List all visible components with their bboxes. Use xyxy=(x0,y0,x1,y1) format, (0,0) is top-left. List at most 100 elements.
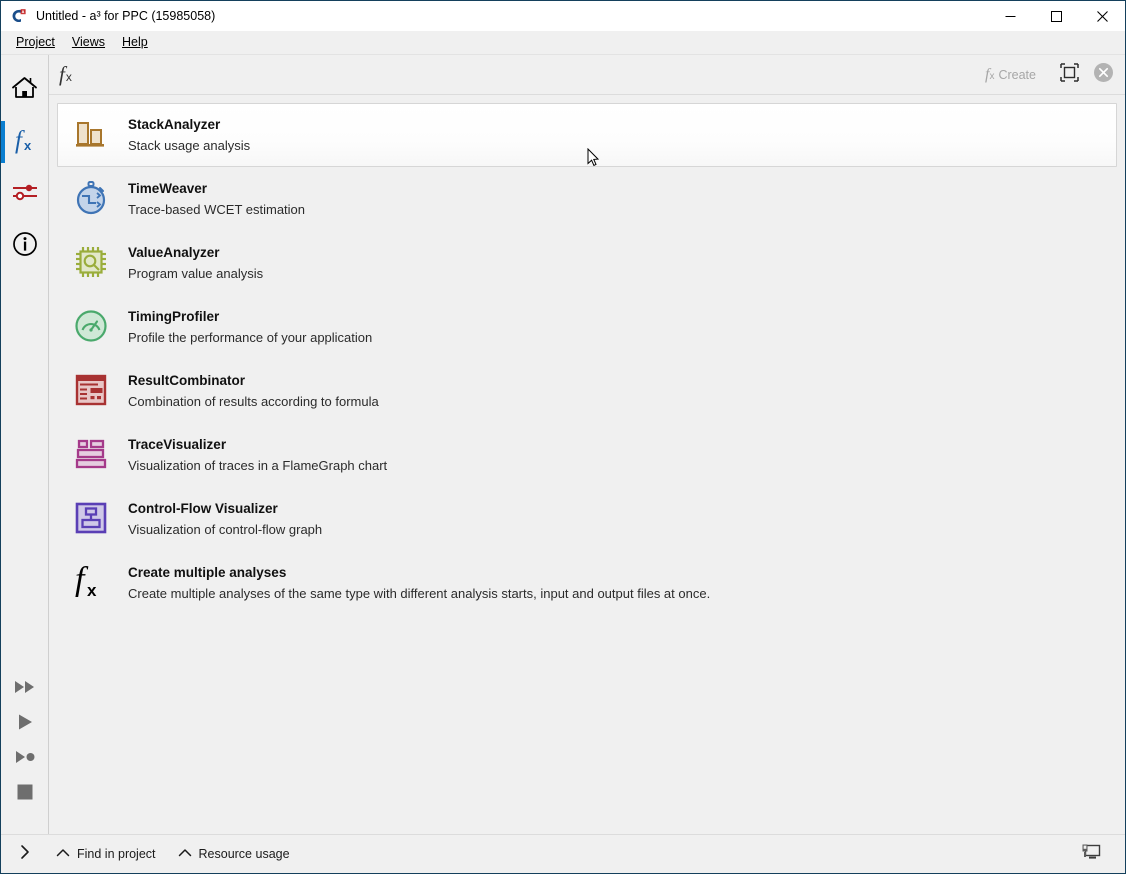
analysis-title: TraceVisualizer xyxy=(128,437,227,452)
analysis-item-text: TimeWeaver Trace-based WCET estimation xyxy=(128,179,305,219)
chevron-up-icon xyxy=(56,847,70,861)
analysis-description: Profile the performance of your applicat… xyxy=(128,330,373,345)
monitor-icon xyxy=(1081,844,1101,864)
title-bar-left: Untitled - a³ for PPC (15985058) xyxy=(1,8,987,25)
analysis-title: TimingProfiler xyxy=(128,309,220,324)
left-rail: f x xyxy=(1,55,49,834)
stop-icon xyxy=(16,783,34,806)
home-icon xyxy=(11,75,38,105)
minimize-button[interactable] xyxy=(987,1,1033,31)
display-settings-button[interactable] xyxy=(1073,840,1109,868)
analysis-item-text: ValueAnalyzer Program value analysis xyxy=(128,243,263,283)
stack-analyzer-icon xyxy=(72,115,110,153)
analysis-item-create-multiple[interactable]: f x Create multiple analyses Create mult… xyxy=(57,551,1117,615)
body: f x f x fx Create StackAnalyzer Stack us… xyxy=(1,55,1125,834)
menu-item-views-label: Views xyxy=(71,35,106,49)
close-circle-icon xyxy=(1093,62,1114,88)
status-bar: Find in project Resource usage xyxy=(1,834,1125,873)
a3-app-icon xyxy=(10,8,27,25)
resource-usage-button[interactable]: Resource usage xyxy=(170,843,298,865)
analysis-item-timeweaver[interactable]: TimeWeaver Trace-based WCET estimation xyxy=(57,167,1117,231)
analysis-toolbar: fx fx Create xyxy=(49,55,1125,95)
menu-item-help[interactable]: Help xyxy=(114,33,157,52)
info-icon xyxy=(12,231,38,262)
trace-visualizer-icon xyxy=(72,435,110,473)
analysis-title: Create multiple analyses xyxy=(128,565,287,580)
toolbar-fx-sub: x xyxy=(65,70,72,84)
svg-text:x: x xyxy=(87,581,97,600)
close-panel-button[interactable] xyxy=(1088,60,1118,90)
analysis-title: Control-Flow Visualizer xyxy=(128,501,278,516)
rail-item-settings[interactable] xyxy=(1,168,48,220)
rail-item-run-to-point[interactable] xyxy=(1,742,48,777)
play-to-point-icon xyxy=(13,749,37,770)
menu-item-project-label: Project xyxy=(16,35,55,49)
analysis-item-tracevisualizer[interactable]: TraceVisualizer Visualization of traces … xyxy=(57,423,1117,487)
toolbar-fx-label: f xyxy=(59,62,65,86)
analysis-item-text: StackAnalyzer Stack usage analysis xyxy=(128,115,250,155)
analysis-list: StackAnalyzer Stack usage analysis TimeW… xyxy=(49,95,1125,834)
svg-text:x: x xyxy=(24,138,32,153)
chevron-right-icon xyxy=(18,844,32,865)
analysis-description: Create multiple analyses of the same typ… xyxy=(128,586,711,601)
maximize-panel-button[interactable] xyxy=(1054,60,1084,90)
toolbar-fx-icon: fx xyxy=(59,64,72,85)
rail-item-info[interactable] xyxy=(1,220,48,272)
rail-item-run-all[interactable] xyxy=(1,672,48,707)
analysis-item-controlflowvisualizer[interactable]: Control-Flow Visualizer Visualization of… xyxy=(57,487,1117,551)
value-analyzer-icon xyxy=(72,243,110,281)
fx-large-icon: f x xyxy=(72,563,110,601)
close-button[interactable] xyxy=(1079,1,1125,31)
fast-forward-icon xyxy=(13,679,37,700)
control-flow-visualizer-icon xyxy=(72,499,110,537)
analysis-item-text: TraceVisualizer Visualization of traces … xyxy=(128,435,387,475)
create-button-label: Create xyxy=(998,67,1036,82)
rail-item-home[interactable] xyxy=(1,64,48,116)
analysis-description: Visualization of control-flow graph xyxy=(128,522,323,537)
create-button[interactable]: fx Create xyxy=(977,62,1044,88)
timing-profiler-icon xyxy=(72,307,110,345)
find-in-project-button[interactable]: Find in project xyxy=(48,843,164,865)
analysis-title: TimeWeaver xyxy=(128,181,208,196)
analysis-item-text: Create multiple analyses Create multiple… xyxy=(128,563,710,603)
expand-panel-button[interactable] xyxy=(1,844,48,865)
menu-bar: Project Views Help xyxy=(1,31,1125,55)
window-title: Untitled - a³ for PPC (15985058) xyxy=(36,9,216,23)
analysis-description: Stack usage analysis xyxy=(128,138,251,153)
fx-icon: f x xyxy=(12,125,38,160)
rail-item-analyses[interactable]: f x xyxy=(1,116,48,168)
analysis-description: Visualization of traces in a FlameGraph … xyxy=(128,458,388,473)
analysis-item-stackanalyzer[interactable]: StackAnalyzer Stack usage analysis xyxy=(57,103,1117,167)
chevron-up-icon xyxy=(178,847,192,861)
window-controls xyxy=(987,1,1125,31)
resource-usage-label: Resource usage xyxy=(198,847,290,861)
maximize-panel-icon xyxy=(1059,62,1079,87)
menu-item-project[interactable]: Project xyxy=(8,33,64,52)
maximize-button[interactable] xyxy=(1033,1,1079,31)
analysis-description: Combination of results according to form… xyxy=(128,394,379,409)
analysis-title: ResultCombinator xyxy=(128,373,246,388)
sliders-icon xyxy=(11,180,39,209)
main-panel: fx fx Create StackAnalyzer Stack usage a… xyxy=(49,55,1125,834)
analysis-title: ValueAnalyzer xyxy=(128,245,220,260)
title-bar: Untitled - a³ for PPC (15985058) xyxy=(1,1,1125,31)
analysis-item-valueanalyzer[interactable]: ValueAnalyzer Program value analysis xyxy=(57,231,1117,295)
analysis-description: Trace-based WCET estimation xyxy=(128,202,306,217)
analysis-item-text: TimingProfiler Profile the performance o… xyxy=(128,307,372,347)
analysis-item-text: ResultCombinator Combination of results … xyxy=(128,371,379,411)
time-weaver-icon xyxy=(72,179,110,217)
create-fx-icon: fx xyxy=(985,65,995,83)
menu-item-help-label: Help xyxy=(122,35,148,49)
analysis-item-timingprofiler[interactable]: TimingProfiler Profile the performance o… xyxy=(57,295,1117,359)
analysis-item-resultcombinator[interactable]: ResultCombinator Combination of results … xyxy=(57,359,1117,423)
result-combinator-icon xyxy=(72,371,110,409)
analysis-item-text: Control-Flow Visualizer Visualization of… xyxy=(128,499,322,539)
analysis-title: StackAnalyzer xyxy=(128,117,221,132)
application-window: Untitled - a³ for PPC (15985058) Project… xyxy=(0,0,1126,874)
find-in-project-label: Find in project xyxy=(77,847,156,861)
menu-item-views[interactable]: Views xyxy=(64,33,114,52)
rail-item-stop[interactable] xyxy=(1,777,48,812)
rail-item-run[interactable] xyxy=(1,707,48,742)
analysis-description: Program value analysis xyxy=(128,266,264,281)
play-icon xyxy=(15,712,35,737)
